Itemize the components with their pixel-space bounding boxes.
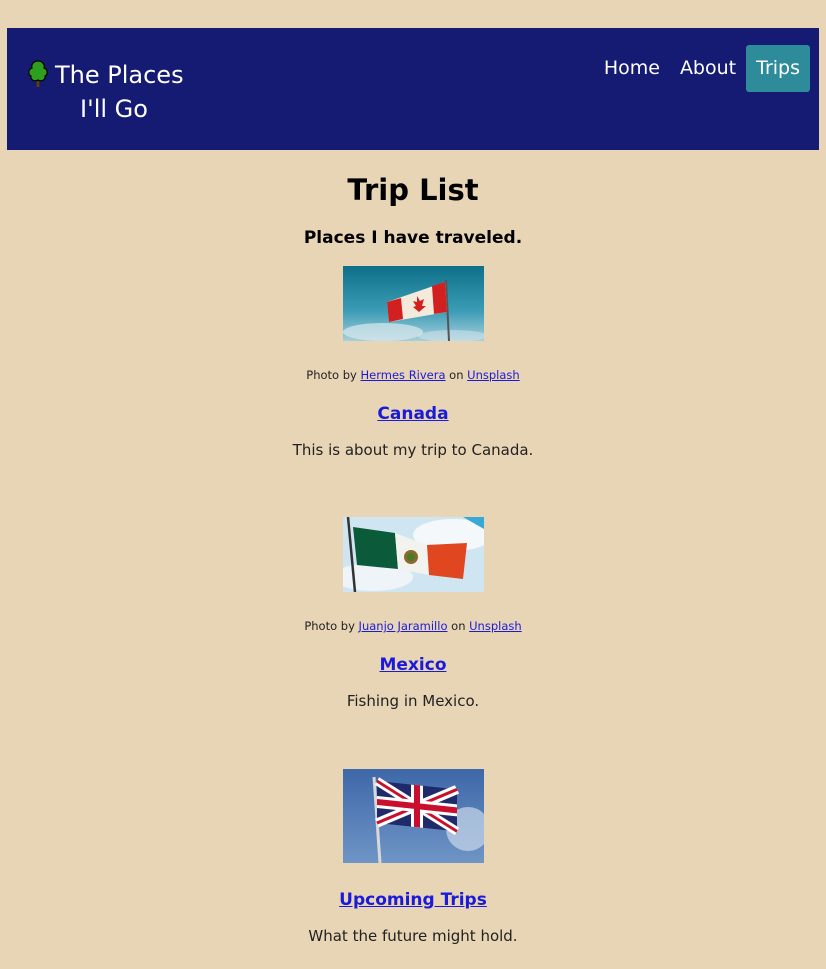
credit-prefix: Photo by (306, 368, 361, 382)
canada-flag-image (342, 266, 484, 341)
page-title: Trip List (347, 173, 479, 207)
trip-card: Photo by Juanjo Jaramillo on Unsplash Me… (0, 517, 826, 711)
mexico-flag-image (342, 517, 484, 592)
photo-credit: Photo by Juanjo Jaramillo on Unsplash (0, 618, 826, 634)
credit-mid: on (447, 619, 470, 633)
photo-credit: Photo by Hermes Rivera on Unsplash (0, 367, 826, 383)
trip-title-link[interactable]: Upcoming Trips (339, 889, 487, 911)
nav-about[interactable]: About (670, 45, 746, 92)
main-nav: Home About Trips (594, 45, 810, 92)
unsplash-link[interactable]: Unsplash (467, 368, 520, 382)
credit-mid: on (445, 368, 468, 382)
site-brand[interactable]: The Places I'll Go (27, 58, 199, 126)
trip-title-link[interactable]: Canada (377, 403, 448, 425)
trip-description: What the future might hold. (308, 927, 518, 945)
photographer-link[interactable]: Juanjo Jaramillo (359, 619, 448, 633)
nav-trips[interactable]: Trips (746, 45, 810, 92)
trip-description: Fishing in Mexico. (346, 692, 480, 710)
tree-icon (27, 60, 49, 97)
uk-flag-image (342, 769, 484, 863)
trip-description: This is about my trip to Canada. (292, 441, 534, 459)
brand-line-2: I'll Go (80, 95, 148, 123)
trip-card: Upcoming Trips What the future might hol… (0, 769, 826, 946)
page-subtitle: Places I have traveled. (303, 228, 523, 248)
site-header: The Places I'll Go Home About Trips (7, 28, 819, 150)
credit-prefix: Photo by (304, 619, 359, 633)
trip-title-link[interactable]: Mexico (380, 654, 447, 676)
photographer-link[interactable]: Hermes Rivera (361, 368, 446, 382)
unsplash-link[interactable]: Unsplash (469, 619, 522, 633)
trip-card: Photo by Hermes Rivera on Unsplash Canad… (0, 266, 826, 460)
main-content: Trip List Places I have traveled. Photo … (0, 150, 826, 946)
nav-home[interactable]: Home (594, 45, 670, 92)
brand-line-1: The Places (55, 61, 184, 89)
